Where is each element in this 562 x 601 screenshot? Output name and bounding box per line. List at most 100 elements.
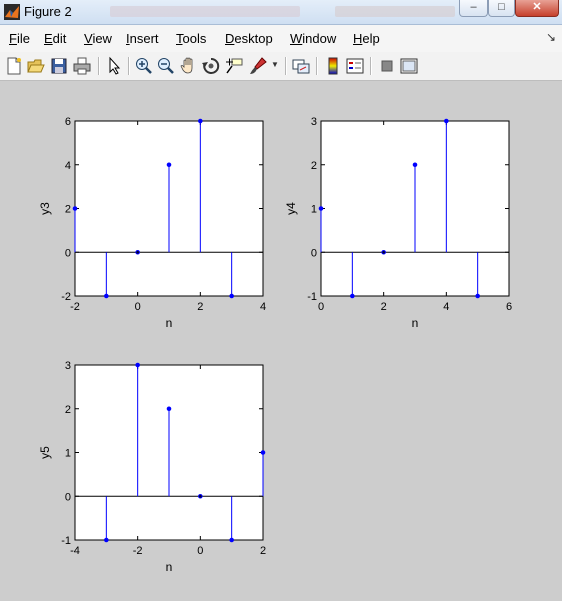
y-tick-label: -1 [61, 535, 71, 547]
y-tick-label: 0 [65, 247, 71, 259]
title-bar: Figure 2 – □ ✕ [0, 0, 562, 25]
y-tick-label: -2 [61, 291, 71, 303]
plot-area: -2 0 2 4-20246ny30 2 4 6-10123ny4-4 -2 0 2-10123n… [38, 116, 512, 574]
y-axis-label: y5 [38, 446, 52, 459]
axes-1: -2 0 2 4 -2 0 2 4 6 n y3 [38, 116, 266, 330]
pan-hand-icon[interactable] [179, 56, 199, 76]
brush-dropdown-icon[interactable]: ▼ [271, 60, 279, 69]
zoom-in-icon[interactable] [134, 56, 154, 76]
y-tick-label: 1 [311, 204, 317, 216]
y-tick-label: 0 [311, 247, 317, 259]
maximize-icon: □ [498, 1, 505, 13]
stem-marker [350, 293, 355, 299]
stem-marker [72, 206, 78, 211]
menu-bar: File Edit View Insert Tools Desktop Wind… [0, 25, 562, 53]
matlab-icon [4, 4, 20, 20]
save-icon[interactable] [49, 56, 69, 76]
x-tick-label: 2 [197, 301, 203, 313]
new-figure-icon[interactable] [4, 56, 24, 76]
figure-toolbar: ▼ [0, 52, 562, 81]
axes-3: -4 -2 0 2 -1 0 1 2 3 n y5 [38, 360, 266, 574]
hide-plot-tools-icon[interactable] [377, 56, 397, 76]
legend-icon[interactable] [345, 56, 365, 76]
stem-marker [104, 293, 109, 299]
toolbar-separator [285, 57, 287, 75]
stem-marker [381, 249, 386, 255]
brush-icon[interactable] [248, 56, 268, 76]
menu-desktop[interactable]: Desktop [225, 31, 273, 46]
stem-marker [198, 118, 203, 124]
stem-marker [198, 493, 203, 499]
dock-arrow-icon[interactable]: ↘ [546, 30, 556, 44]
stem-marker [318, 206, 324, 211]
link-plot-icon[interactable] [291, 56, 311, 76]
y-tick-label: 2 [65, 404, 71, 416]
toolbar-separator [316, 57, 318, 75]
stem-marker [412, 162, 418, 168]
y-axis-label: y4 [284, 202, 298, 215]
close-button[interactable]: ✕ [515, 0, 559, 17]
data-cursor-icon[interactable] [224, 56, 244, 76]
x-axis-label: n [166, 560, 173, 574]
blurred-background-tab [335, 6, 455, 17]
minimize-button[interactable]: – [459, 0, 488, 17]
menu-file[interactable]: File [9, 31, 30, 46]
open-file-icon[interactable] [26, 56, 46, 76]
y-tick-label: 3 [311, 116, 317, 128]
x-tick-label: 0 [197, 545, 203, 557]
x-tick-label: 4 [260, 301, 266, 313]
x-axis-label: n [412, 316, 419, 330]
axes-2: 0 2 4 6-10123ny4 [284, 116, 512, 330]
x-tick-label: 0 [135, 301, 141, 313]
show-plot-tools-icon[interactable] [399, 56, 419, 76]
colorbar-icon[interactable] [323, 56, 343, 76]
x-tick-label: 2 [260, 545, 266, 557]
x-tick-label: 0 [318, 301, 324, 313]
x-axis-label: n [166, 316, 173, 330]
stem-marker [166, 406, 172, 412]
y-tick-label: 2 [65, 204, 71, 216]
menu-edit[interactable]: Edit [44, 31, 66, 46]
y-tick-label: -1 [307, 291, 317, 303]
x-tick-label: -2 [133, 545, 143, 557]
y-tick-label: 6 [65, 116, 71, 128]
stem-marker [135, 249, 140, 255]
stem-marker [135, 362, 140, 368]
x-tick-label: 2 [381, 301, 387, 313]
y-tick-label: 1 [65, 448, 71, 460]
stem-marker [229, 293, 234, 299]
x-tick-label: -2 [70, 301, 80, 313]
edit-plot-arrow-icon[interactable] [104, 56, 124, 76]
rotate-3d-icon[interactable] [201, 56, 221, 76]
minimize-icon: – [470, 1, 477, 13]
stem-marker [104, 537, 109, 543]
blurred-background-tab [110, 6, 300, 17]
stem-marker [475, 293, 480, 299]
toolbar-separator [128, 57, 130, 75]
print-icon[interactable] [72, 56, 92, 76]
stem-marker [444, 118, 449, 124]
menu-view[interactable]: View [84, 31, 112, 46]
stem-marker [260, 450, 266, 455]
menu-insert[interactable]: Insert [126, 31, 159, 46]
y-tick-label: 4 [65, 160, 71, 172]
zoom-out-icon[interactable] [156, 56, 176, 76]
menu-window[interactable]: Window [290, 31, 336, 46]
y-tick-label: 2 [311, 160, 317, 172]
menu-tools[interactable]: Tools [176, 31, 206, 46]
x-tick-label: -4 [70, 545, 80, 557]
menu-help[interactable]: Help [353, 31, 380, 46]
x-tick-label: 4 [443, 301, 449, 313]
stem-marker [229, 537, 234, 543]
y-axis-label: y3 [38, 202, 52, 215]
maximize-button[interactable]: □ [488, 0, 515, 17]
y-tick-label: 3 [65, 360, 71, 372]
figure-canvas: -2 0 2 4 -2 0 2 4 6 n y3 0 2 4 6 -1 0 1 2 3 n y4 -4 -2 0 2 -1 0 1 2 3 n… [0, 81, 562, 596]
x-tick-label: 6 [506, 301, 512, 313]
toolbar-separator [370, 57, 372, 75]
close-icon: ✕ [532, 1, 542, 13]
stem-marker [166, 162, 172, 168]
toolbar-separator [98, 57, 100, 75]
y-tick-label: 0 [65, 491, 71, 503]
window-title: Figure 2 [24, 4, 72, 19]
